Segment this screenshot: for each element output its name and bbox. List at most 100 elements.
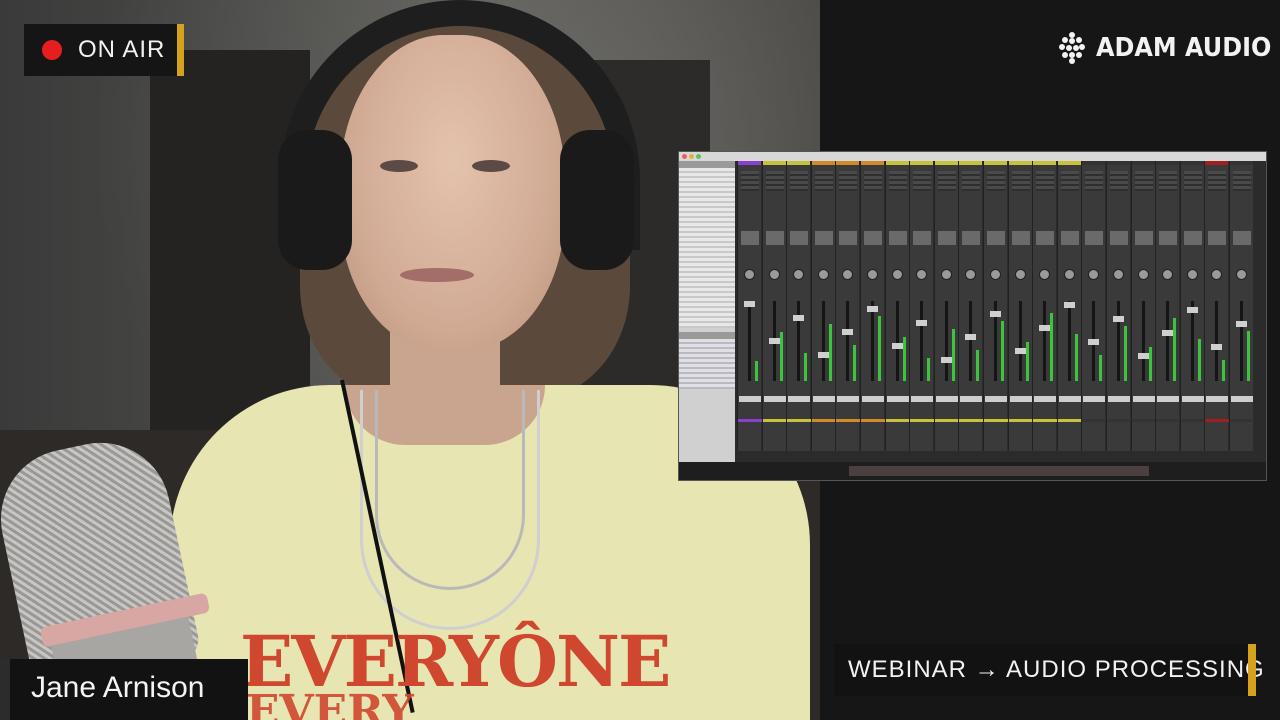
level-meter: [1099, 355, 1103, 381]
strip-color-bar: [811, 419, 836, 422]
insert-slots: [1232, 171, 1251, 191]
fader-cap: [842, 329, 854, 335]
channel-name-plate: [1157, 396, 1180, 402]
fader-cap: [866, 306, 878, 312]
strip-color-cap: [1057, 161, 1081, 165]
mixer-channel-strip: [982, 161, 1008, 451]
insert-slots: [814, 171, 833, 191]
fader-cap: [1039, 325, 1051, 331]
fader-cap: [817, 352, 829, 358]
shirt-print: EVERY: [246, 686, 414, 720]
necklace: [375, 390, 525, 590]
pan-knob-icon: [1162, 269, 1174, 280]
mixer-channel-strip: [1081, 161, 1107, 451]
level-meter: [1000, 321, 1004, 381]
fader-cap: [1186, 307, 1198, 313]
insert-slots: [888, 171, 907, 191]
strip-color-bar: [983, 419, 1008, 422]
strip-color-cap: [1008, 161, 1032, 165]
live-dot-icon: [42, 40, 62, 60]
channel-name-plate: [1206, 396, 1229, 402]
io-selector: [741, 231, 759, 245]
io-selector: [1134, 231, 1153, 245]
level-meter: [755, 361, 758, 381]
fader-cap: [940, 357, 952, 363]
io-selector: [1036, 231, 1055, 245]
fader-cap: [916, 320, 928, 326]
io-selector: [986, 231, 1005, 245]
strip-color-cap: [1131, 161, 1155, 165]
insert-slots: [741, 171, 759, 191]
channel-name-plate: [1009, 396, 1032, 402]
strip-color-bar: [959, 419, 984, 422]
fader-track: [1190, 301, 1194, 381]
speaker-name-tag: Jane Arnison: [0, 659, 248, 720]
strip-color-cap: [787, 161, 811, 165]
mixer-channel-strip: [909, 161, 935, 451]
io-selector: [937, 231, 956, 245]
mixer-titlebar: [679, 152, 1266, 161]
insert-slots: [1134, 171, 1153, 191]
pan-knob-icon: [989, 269, 1001, 280]
insert-slots: [1159, 171, 1178, 191]
io-selector: [913, 231, 932, 245]
channel-name-plate: [1230, 396, 1253, 402]
track-rows: [679, 168, 735, 328]
pan-knob-icon: [866, 269, 878, 280]
channel-name-plate: [1058, 396, 1081, 402]
fader-cap: [1235, 321, 1247, 327]
strip-color-cap: [1082, 161, 1106, 165]
on-air-badge: ON AIR: [24, 24, 184, 76]
fader-cap: [793, 315, 805, 321]
strip-color-cap: [1229, 161, 1253, 165]
strip-color-bar: [1205, 419, 1230, 422]
level-meter: [902, 337, 906, 381]
fader-track: [944, 301, 948, 381]
io-selector: [814, 231, 833, 245]
insert-slots: [937, 171, 956, 191]
io-selector: [1109, 231, 1128, 245]
level-meter: [1246, 331, 1250, 381]
fader-cap: [1112, 316, 1124, 322]
mixer-channel-strip: [761, 161, 787, 451]
channel-strips: [737, 161, 1266, 451]
mixer-channel-strip: [1228, 161, 1254, 451]
strip-color-cap: [1180, 161, 1204, 165]
waveform-overview: [849, 466, 1149, 476]
insert-slots: [1208, 171, 1227, 191]
mixer-channel-strip: [1179, 161, 1205, 451]
channel-name-plate: [1132, 396, 1155, 402]
fader-track: [1067, 301, 1071, 381]
insert-slots: [1060, 171, 1079, 191]
group-rows: [679, 339, 735, 389]
fader-cap: [1137, 353, 1149, 359]
strip-color-bar: [1008, 419, 1033, 422]
strip-color-cap: [983, 161, 1007, 165]
strip-color-bar: [885, 419, 910, 422]
mixer-channel-strip: [786, 161, 812, 451]
channel-name-plate: [1034, 396, 1057, 402]
insert-slots: [986, 171, 1005, 191]
strip-color-bar: [860, 419, 885, 422]
insert-slots: [1085, 171, 1104, 191]
io-selector: [1232, 231, 1251, 245]
mixer-channel-strip: [884, 161, 910, 451]
io-selector: [839, 231, 858, 245]
channel-name-plate: [984, 396, 1007, 402]
brand-logo: ADAM AUDIO: [1058, 32, 1280, 64]
channel-name-plate: [1107, 396, 1130, 402]
pan-knob-icon: [1014, 269, 1026, 280]
fader-track: [920, 301, 924, 381]
strip-color-cap: [738, 161, 761, 165]
strip-color-cap: [910, 161, 934, 165]
fader-track: [870, 301, 874, 381]
speaker-name: Jane Arnison: [31, 671, 205, 704]
fader-cap: [1211, 344, 1223, 350]
pan-knob-icon: [1088, 269, 1100, 280]
level-meter: [877, 316, 881, 381]
channel-name-plate: [837, 396, 860, 402]
tracks-header: [679, 161, 735, 168]
strip-color-bar: [787, 419, 812, 422]
strip-color-bar: [836, 419, 861, 422]
channel-name-plate: [935, 396, 958, 402]
